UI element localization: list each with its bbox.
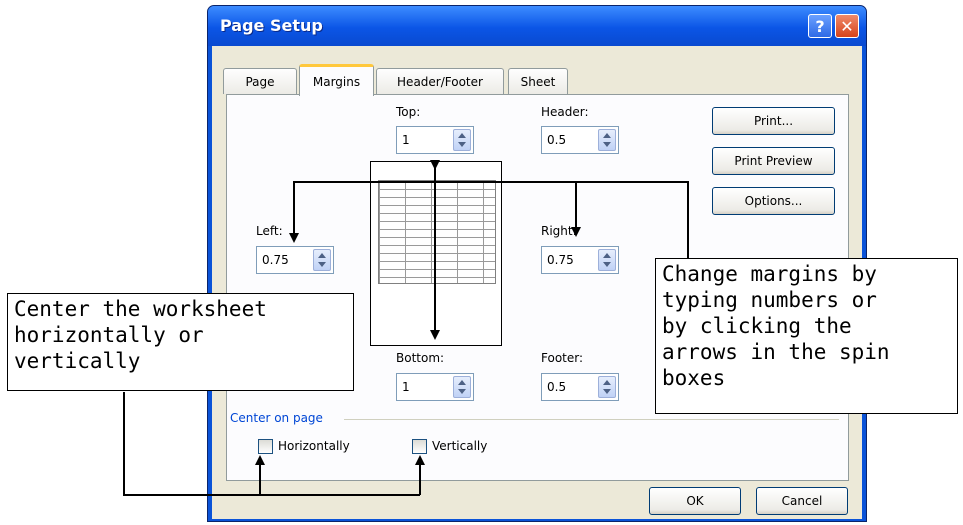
margins-bracket-line [293,181,689,258]
tab-margins[interactable]: Margins [299,64,374,96]
center-connector-line [123,392,420,496]
center-worksheet-callout: Center the worksheet horizontally or ver… [7,293,354,391]
tab-margins-label: Margins [312,74,361,89]
change-margins-callout: Change margins by typing numbers or by c… [655,258,958,414]
